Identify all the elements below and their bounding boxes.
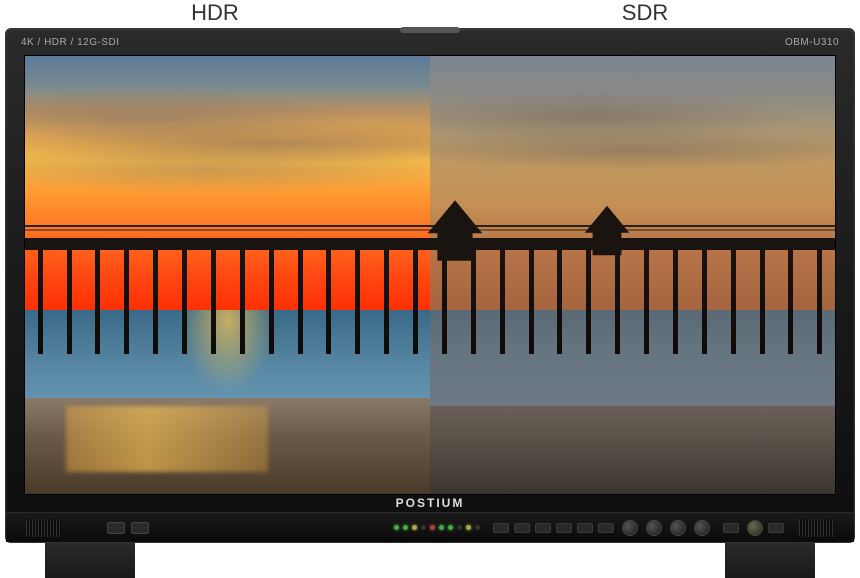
control-button[interactable]	[514, 523, 530, 533]
status-led	[430, 525, 435, 530]
speaker-left	[26, 519, 61, 537]
spec-label: 4K / HDR / 12G-SDI	[21, 37, 119, 48]
status-led	[403, 525, 408, 530]
status-led	[457, 525, 462, 530]
stand-leg	[45, 543, 135, 578]
sdr-half	[430, 56, 835, 494]
sdr-label: SDR	[430, 0, 860, 28]
monitor-screen	[24, 55, 836, 495]
control-button[interactable]	[577, 523, 593, 533]
sd-slot[interactable]	[131, 522, 149, 534]
sensor-notch	[400, 27, 460, 33]
contrast-knob[interactable]	[622, 520, 638, 536]
bright-knob[interactable]	[694, 520, 710, 536]
control-panel	[6, 512, 854, 542]
select-volume-knob[interactable]	[747, 520, 763, 536]
menu-button[interactable]	[723, 523, 739, 533]
stand-leg	[725, 543, 815, 578]
control-button[interactable]	[535, 523, 551, 533]
model-label: OBM-U310	[785, 37, 839, 48]
led-indicators	[390, 525, 480, 530]
speaker-right	[799, 519, 834, 537]
chroma-knob[interactable]	[646, 520, 662, 536]
hdr-label: HDR	[0, 0, 430, 28]
aperture-knob[interactable]	[670, 520, 686, 536]
usb-port[interactable]	[107, 522, 125, 534]
comparison-labels: HDR SDR	[0, 0, 860, 28]
control-button[interactable]	[493, 523, 509, 533]
status-led	[439, 525, 444, 530]
hdr-half	[25, 56, 430, 494]
status-led	[448, 525, 453, 530]
status-led	[394, 525, 399, 530]
status-led	[466, 525, 471, 530]
control-button[interactable]	[598, 523, 614, 533]
control-button[interactable]	[556, 523, 572, 533]
comparison-scene	[25, 56, 835, 494]
monitor-frame: 4K / HDR / 12G-SDI OBM-U310	[5, 28, 855, 543]
status-led	[412, 525, 417, 530]
status-led	[421, 525, 426, 530]
power-button[interactable]	[768, 523, 784, 533]
status-led	[475, 525, 480, 530]
brand-label: POSTIUM	[396, 496, 465, 510]
